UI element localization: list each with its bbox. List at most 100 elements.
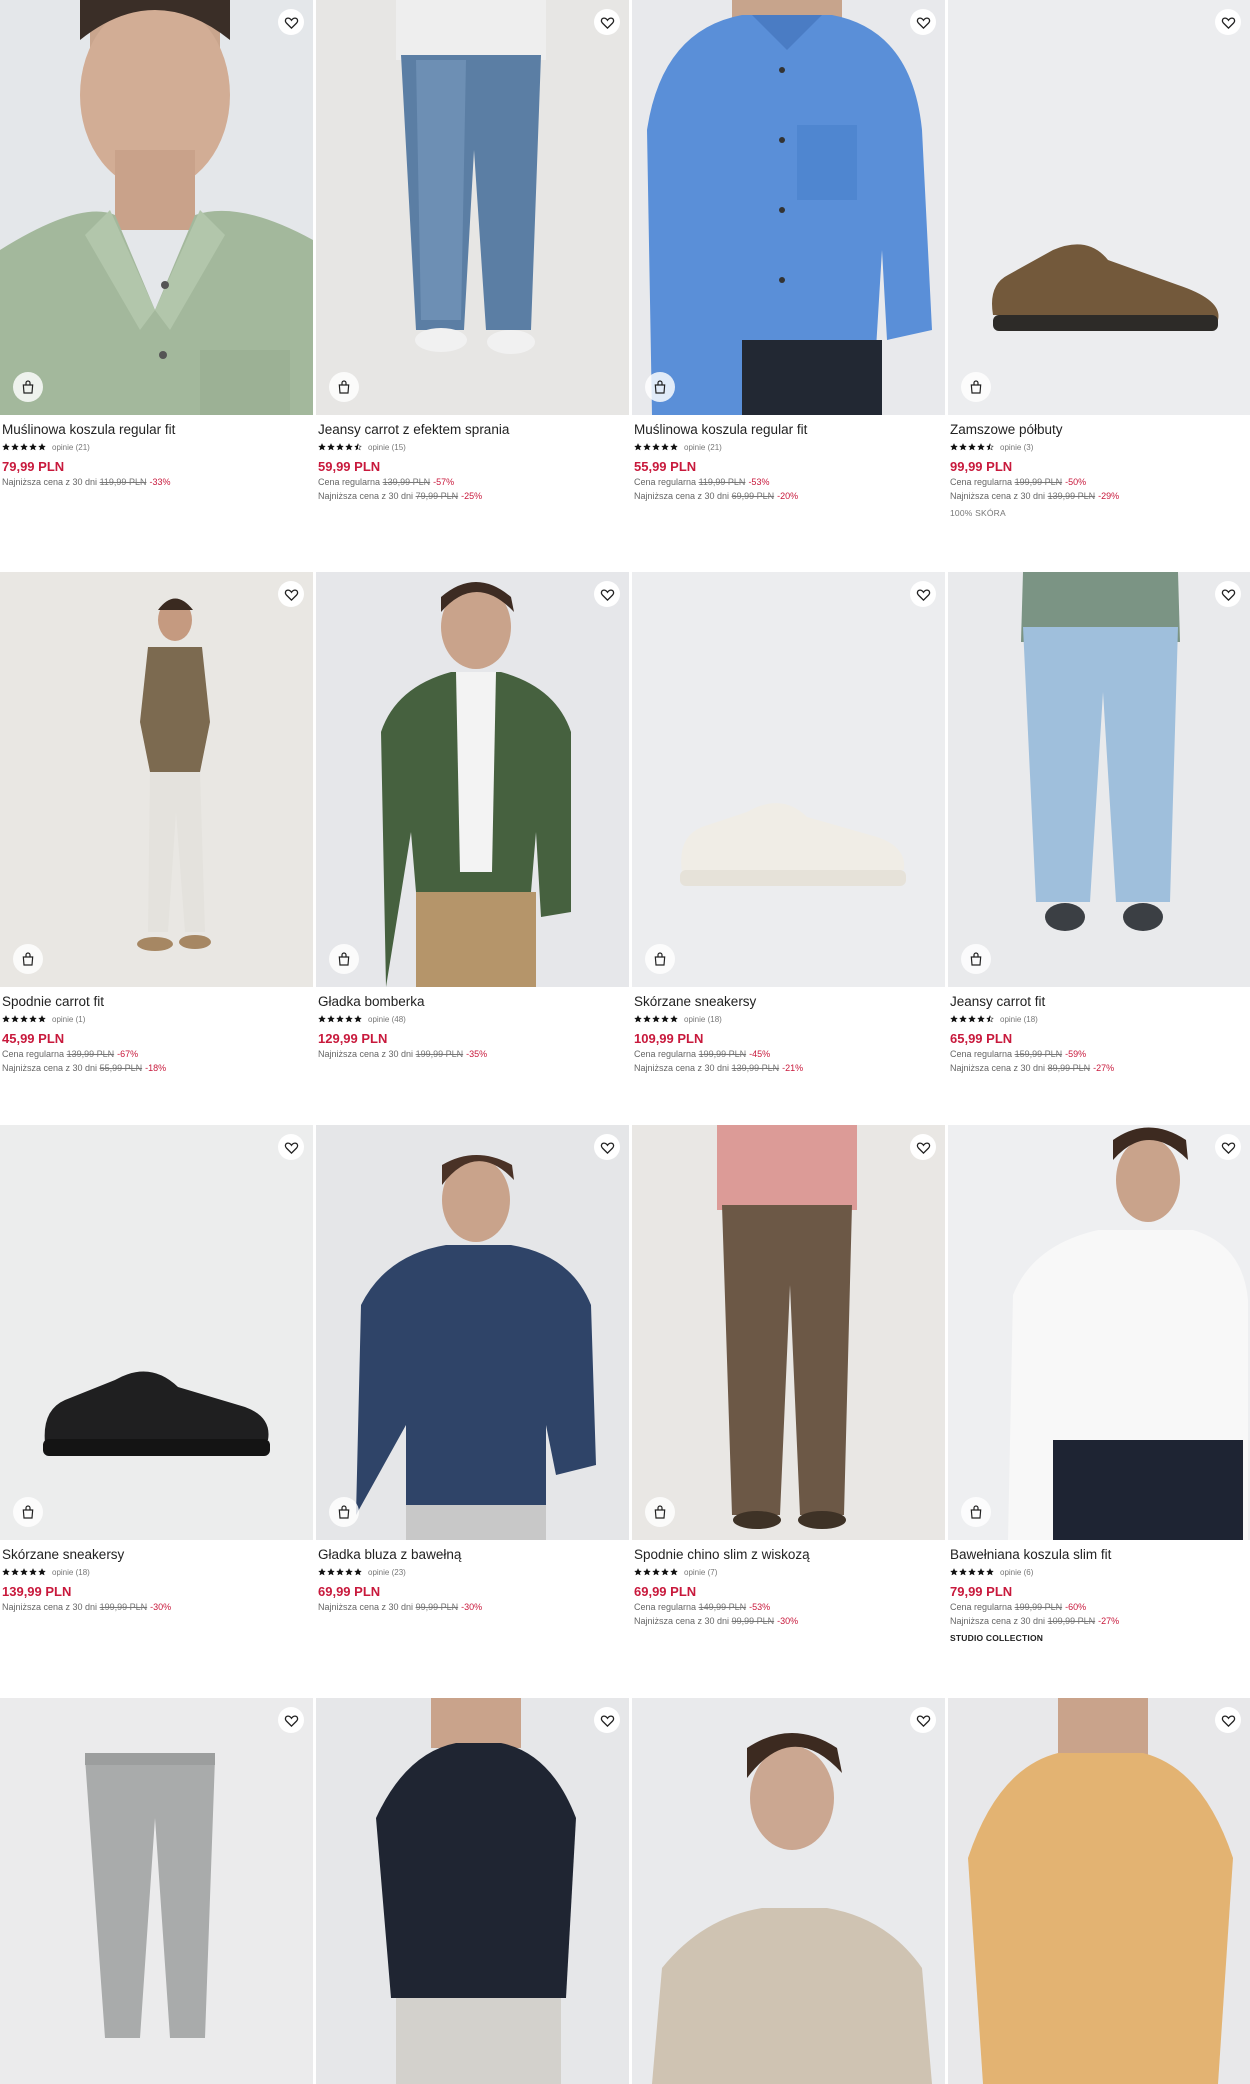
product-name[interactable]: Spodnie chino slim z wiskozą	[634, 1547, 943, 1563]
product-card[interactable]: Gładka bomberka opinie (48) 129,99 PLN Najn…	[316, 572, 629, 1060]
lowest-discount: -25%	[461, 491, 483, 501]
review-count[interactable]: opinie (18)	[684, 1015, 722, 1024]
wishlist-button[interactable]	[594, 581, 620, 607]
star-icon	[327, 443, 335, 451]
add-to-bag-button[interactable]	[329, 1497, 359, 1527]
product-name[interactable]: Gładka bluza z bawełną	[318, 1547, 627, 1563]
review-count[interactable]: opinie (1)	[52, 1015, 85, 1024]
shopping-bag-icon	[338, 1505, 350, 1519]
product-name[interactable]: Gładka bomberka	[318, 994, 627, 1010]
product-image[interactable]	[316, 572, 629, 987]
add-to-bag-button[interactable]	[645, 372, 675, 402]
star-icon	[950, 443, 958, 451]
product-name[interactable]: Skórzane sneakersy	[634, 994, 943, 1010]
product-image[interactable]	[316, 1125, 629, 1540]
add-to-bag-button[interactable]	[329, 944, 359, 974]
regular-discount: -60%	[1065, 1602, 1087, 1612]
add-to-bag-button[interactable]	[961, 1497, 991, 1527]
product-card[interactable]	[632, 1698, 945, 2084]
wishlist-button[interactable]	[910, 1707, 936, 1733]
product-card[interactable]	[948, 1698, 1250, 2084]
product-card[interactable]: Skórzane sneakersy opinie (18) 109,99 PLN C…	[632, 572, 945, 1074]
regular-price-label: Cena regularna	[634, 1049, 697, 1059]
add-to-bag-button[interactable]	[329, 372, 359, 402]
regular-price-line: Cena regularna 149,99 PLN -53%	[634, 1602, 943, 1613]
lowest-price-line: Najniższa cena z 30 dni 109,99 PLN -27%	[950, 1616, 1248, 1627]
product-card[interactable]: Zamszowe półbuty opinie (3) 99,99 PLN Cena …	[948, 0, 1250, 518]
product-card[interactable]: Bawełniana koszula slim fit opinie (6) 79,…	[948, 1125, 1250, 1643]
wishlist-button[interactable]	[910, 581, 936, 607]
wishlist-button[interactable]	[594, 1134, 620, 1160]
review-count[interactable]: opinie (6)	[1000, 1568, 1033, 1577]
add-to-bag-button[interactable]	[13, 944, 43, 974]
product-card[interactable]: Muślinowa koszula regular fit opinie (21)…	[0, 0, 313, 488]
wishlist-button[interactable]	[278, 1134, 304, 1160]
product-card[interactable]	[0, 1698, 313, 2084]
product-image[interactable]	[0, 1698, 313, 2084]
review-count[interactable]: opinie (21)	[684, 443, 722, 452]
review-count[interactable]: opinie (18)	[52, 1568, 90, 1577]
add-to-bag-button[interactable]	[645, 1497, 675, 1527]
product-name[interactable]: Jeansy carrot fit	[950, 994, 1248, 1010]
product-card[interactable]: Jeansy carrot z efektem sprania opinie (1…	[316, 0, 629, 502]
wishlist-button[interactable]	[594, 1707, 620, 1733]
lowest-discount: -20%	[777, 491, 799, 501]
product-name[interactable]: Skórzane sneakersy	[2, 1547, 311, 1563]
product-image[interactable]	[316, 1698, 629, 2084]
wishlist-button[interactable]	[910, 1134, 936, 1160]
product-card[interactable]: Skórzane sneakersy opinie (18) 139,99 PLN N…	[0, 1125, 313, 1613]
product-name[interactable]: Muślinowa koszula regular fit	[634, 422, 943, 438]
product-name[interactable]: Muślinowa koszula regular fit	[2, 422, 311, 438]
product-name[interactable]: Zamszowe półbuty	[950, 422, 1248, 438]
product-image[interactable]	[948, 572, 1250, 987]
product-card[interactable]: Muślinowa koszula regular fit opinie (21)…	[632, 0, 945, 502]
product-image[interactable]	[316, 0, 629, 415]
product-image[interactable]	[632, 0, 945, 415]
star-icon	[2, 1015, 10, 1023]
product-name[interactable]: Bawełniana koszula slim fit	[950, 1547, 1248, 1563]
review-count[interactable]: opinie (3)	[1000, 443, 1033, 452]
add-to-bag-button[interactable]	[645, 944, 675, 974]
product-image[interactable]	[948, 1698, 1250, 2084]
review-count[interactable]: opinie (48)	[368, 1015, 406, 1024]
add-to-bag-button[interactable]	[961, 372, 991, 402]
current-price: 129,99 PLN	[318, 1031, 388, 1046]
add-to-bag-button[interactable]	[13, 372, 43, 402]
add-to-bag-button[interactable]	[961, 944, 991, 974]
wishlist-button[interactable]	[278, 581, 304, 607]
product-card[interactable]: Spodnie chino slim z wiskozą opinie (7) 69…	[632, 1125, 945, 1627]
product-tag: 100% SKÓRA	[950, 508, 1006, 518]
product-card[interactable]: Spodnie carrot fit opinie (1) 45,99 PLN Cen…	[0, 572, 313, 1074]
wishlist-button[interactable]	[1215, 1707, 1241, 1733]
wishlist-button[interactable]	[910, 9, 936, 35]
product-image[interactable]	[0, 0, 313, 415]
wishlist-button[interactable]	[1215, 9, 1241, 35]
product-card[interactable]: Gładka bluza z bawełną opinie (23) 69,99 P…	[316, 1125, 629, 1613]
lowest-price-line: Najniższa cena z 30 dni 99,99 PLN -30%	[318, 1602, 627, 1613]
product-image[interactable]	[948, 0, 1250, 415]
wishlist-button[interactable]	[594, 9, 620, 35]
wishlist-button[interactable]	[1215, 1134, 1241, 1160]
wishlist-button[interactable]	[278, 9, 304, 35]
product-name[interactable]: Spodnie carrot fit	[2, 994, 311, 1010]
product-image[interactable]	[632, 1698, 945, 2084]
review-count[interactable]: opinie (18)	[1000, 1015, 1038, 1024]
star-icon	[986, 443, 994, 451]
product-card[interactable]	[316, 1698, 629, 2084]
wishlist-button[interactable]	[278, 1707, 304, 1733]
review-count[interactable]: opinie (21)	[52, 443, 90, 452]
add-to-bag-button[interactable]	[13, 1497, 43, 1527]
regular-price-line: Cena regularna 139,99 PLN -67%	[2, 1049, 311, 1060]
wishlist-button[interactable]	[1215, 581, 1241, 607]
product-image[interactable]	[0, 572, 313, 987]
product-image[interactable]	[0, 1125, 313, 1540]
current-price: 59,99 PLN	[318, 459, 381, 474]
product-image[interactable]	[948, 1125, 1250, 1540]
product-card[interactable]: Jeansy carrot fit opinie (18) 65,99 PLN Cen…	[948, 572, 1250, 1074]
review-count[interactable]: opinie (15)	[368, 443, 406, 452]
product-image[interactable]	[632, 572, 945, 987]
product-image[interactable]	[632, 1125, 945, 1540]
product-name[interactable]: Jeansy carrot z efektem sprania	[318, 422, 627, 438]
review-count[interactable]: opinie (7)	[684, 1568, 717, 1577]
review-count[interactable]: opinie (23)	[368, 1568, 406, 1577]
